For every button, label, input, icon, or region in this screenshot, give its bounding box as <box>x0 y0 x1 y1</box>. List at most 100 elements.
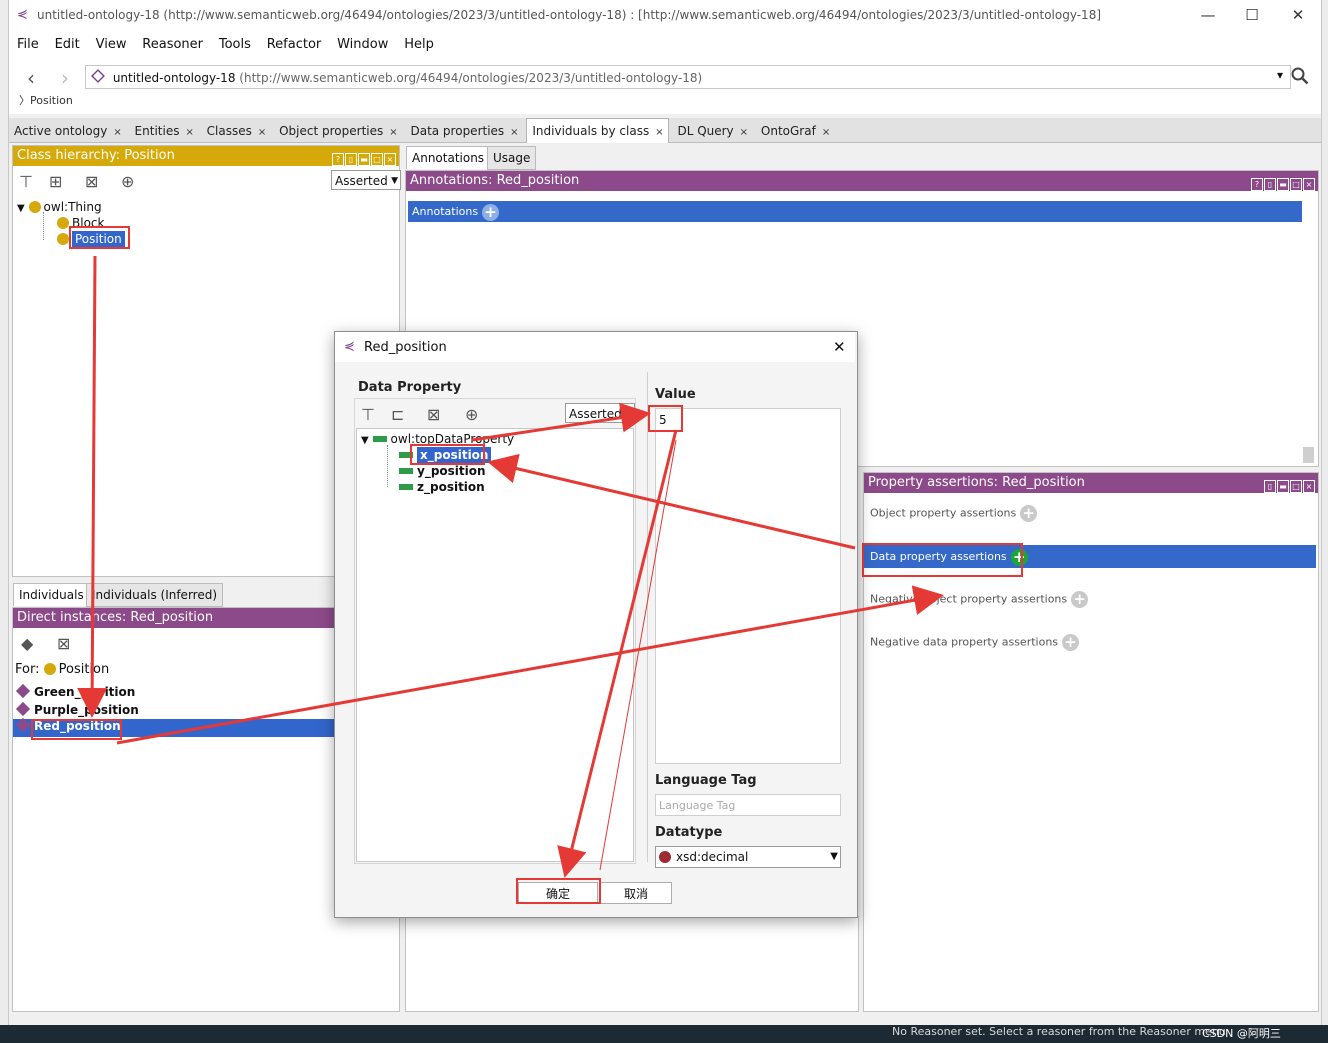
list-item[interactable]: Green_position <box>15 683 136 699</box>
find-icon[interactable]: ⊕ <box>465 405 478 424</box>
close-icon[interactable]: × <box>1303 178 1315 191</box>
tab-individuals-by-class[interactable]: Individuals by class × <box>526 118 669 143</box>
list-item[interactable]: Purple_position <box>15 701 139 717</box>
menu-help[interactable]: Help <box>398 32 440 58</box>
add-sibling-class-icon[interactable]: ⊞ <box>49 172 62 191</box>
split-icon[interactable]: ▯ <box>1264 178 1276 191</box>
close-icon[interactable]: × <box>740 127 748 138</box>
scrollbar-thumb[interactable] <box>1303 447 1314 463</box>
value-label: Value <box>655 387 696 402</box>
navigation-bar: ‹ › untitled-ontology-18 (http://www.sem… <box>9 58 1321 114</box>
class-hierarchy-mode-select[interactable]: Asserted ▼ <box>331 170 401 190</box>
float-icon[interactable]: ▬ <box>358 153 370 166</box>
add-individual-icon[interactable]: ◆ <box>21 634 33 653</box>
split-icon[interactable]: ▯ <box>345 153 357 166</box>
tab-entities[interactable]: Entities × <box>130 119 198 143</box>
individual-icon <box>15 717 31 733</box>
dialog-close-button[interactable]: ✕ <box>833 338 846 356</box>
close-icon[interactable]: × <box>655 127 663 138</box>
help-icon[interactable]: ? <box>332 153 344 166</box>
tree-node-y-position[interactable]: y_position <box>399 464 486 478</box>
back-button[interactable]: ‹ <box>27 66 35 90</box>
maximize-icon[interactable]: □ <box>371 153 383 166</box>
search-icon[interactable] <box>1291 67 1309 88</box>
tab-individuals[interactable]: Individuals <box>13 583 90 606</box>
float-icon[interactable]: ▬ <box>1277 178 1289 191</box>
tab-object-properties[interactable]: Object properties × <box>274 119 402 143</box>
close-icon[interactable]: × <box>389 127 397 138</box>
tab-active-ontology[interactable]: Active ontology × <box>9 119 126 143</box>
data-property-icon <box>399 484 413 490</box>
close-icon[interactable]: × <box>822 127 830 138</box>
delete-class-icon[interactable]: ⊠ <box>85 172 98 191</box>
split-divider[interactable] <box>647 372 648 862</box>
dialog-title-bar: ⋞ Red_position ✕ <box>335 332 855 362</box>
highlight-box <box>31 719 122 740</box>
property-assertions-header: Property assertions: Red_position ▯ ▬ □ × <box>864 473 1318 493</box>
close-window-button[interactable]: ✕ <box>1275 0 1321 32</box>
add-annotation-button[interactable]: + <box>482 203 500 221</box>
ontology-dropdown-icon[interactable]: ▾ <box>1277 68 1283 82</box>
delete-individual-icon[interactable]: ⊠ <box>57 634 70 653</box>
close-icon[interactable]: × <box>1303 480 1315 493</box>
tab-ontograf[interactable]: OntoGraf × <box>756 119 834 143</box>
language-tag-input[interactable]: Language Tag <box>655 794 841 816</box>
cancel-button[interactable]: 取消 <box>600 882 672 904</box>
add-object-assertion-button[interactable]: + <box>1020 505 1038 522</box>
section-label: Annotations <box>412 205 479 218</box>
highlight-box <box>69 226 130 249</box>
tab-label: Entities <box>134 124 180 138</box>
split-icon[interactable]: ▯ <box>1264 480 1276 493</box>
individual-label: Green_position <box>34 685 136 699</box>
highlight-box <box>516 878 601 904</box>
maximize-button[interactable]: ☐ <box>1229 0 1275 32</box>
tree-node-z-position[interactable]: z_position <box>399 480 485 494</box>
close-icon[interactable]: × <box>510 127 518 138</box>
title-bar: ⋞ untitled-ontology-18 (http://www.seman… <box>9 0 1321 32</box>
maximize-icon[interactable]: □ <box>1290 480 1302 493</box>
status-bar: No Reasoner set. Select a reasoner from … <box>0 1025 1328 1043</box>
help-icon[interactable]: ? <box>1251 178 1263 191</box>
tab-annotations[interactable]: Annotations <box>406 146 491 169</box>
menu-edit[interactable]: Edit <box>49 32 86 58</box>
add-negative-object-assertion-button[interactable]: + <box>1071 591 1089 608</box>
tab-classes[interactable]: Classes × <box>202 119 271 143</box>
datatype-select[interactable]: xsd:decimal ▼ <box>655 846 841 868</box>
add-sibling-property-icon[interactable]: ⊏ <box>391 405 404 424</box>
tab-data-properties[interactable]: Data properties × <box>405 119 522 143</box>
expand-icon[interactable]: ▼ <box>17 203 25 214</box>
ontology-iri-field[interactable]: untitled-ontology-18 (http://www.semanti… <box>85 65 1291 89</box>
minimize-button[interactable]: — <box>1185 0 1231 32</box>
menu-view[interactable]: View <box>90 32 133 58</box>
ontology-icon <box>91 69 105 83</box>
value-textarea[interactable]: 5 <box>655 408 841 764</box>
tab-individuals-inferred[interactable]: Individuals (Inferred) <box>86 583 224 607</box>
tree-node-owl-thing[interactable]: ▼ owl:Thing <box>17 200 102 214</box>
menu-file[interactable]: File <box>11 32 45 58</box>
expand-icon[interactable]: ▼ <box>361 435 369 446</box>
window-title: untitled-ontology-18 (http://www.semanti… <box>37 8 1102 22</box>
maximize-icon[interactable]: □ <box>1290 178 1302 191</box>
find-icon[interactable]: ⊕ <box>121 172 134 191</box>
breadcrumb-item[interactable]: Position <box>30 94 73 107</box>
data-property-mode-select[interactable]: Asserted ▼ <box>565 403 635 423</box>
add-negative-data-assertion-button[interactable]: + <box>1062 634 1080 651</box>
menu-refactor[interactable]: Refactor <box>261 32 328 58</box>
add-sub-property-icon[interactable]: ⊤ <box>361 405 375 424</box>
data-property-label: Data Property <box>358 380 462 395</box>
menu-tools[interactable]: Tools <box>213 32 257 58</box>
close-icon[interactable]: × <box>258 127 266 138</box>
tab-dl-query[interactable]: DL Query × <box>672 119 752 143</box>
menu-reasoner[interactable]: Reasoner <box>136 32 209 58</box>
close-icon[interactable]: × <box>185 127 193 138</box>
chevron-down-icon: ▼ <box>625 409 632 419</box>
menu-window[interactable]: Window <box>331 32 394 58</box>
tab-usage[interactable]: Usage <box>487 146 537 170</box>
panel-title: Property assertions: Red_position <box>868 475 1085 490</box>
add-subclass-icon[interactable]: ⊤ <box>19 172 33 191</box>
close-icon[interactable]: × <box>384 153 396 166</box>
close-icon[interactable]: × <box>113 127 121 138</box>
forward-button[interactable]: › <box>61 66 69 90</box>
delete-property-icon[interactable]: ⊠ <box>427 405 440 424</box>
float-icon[interactable]: ▬ <box>1277 480 1289 493</box>
